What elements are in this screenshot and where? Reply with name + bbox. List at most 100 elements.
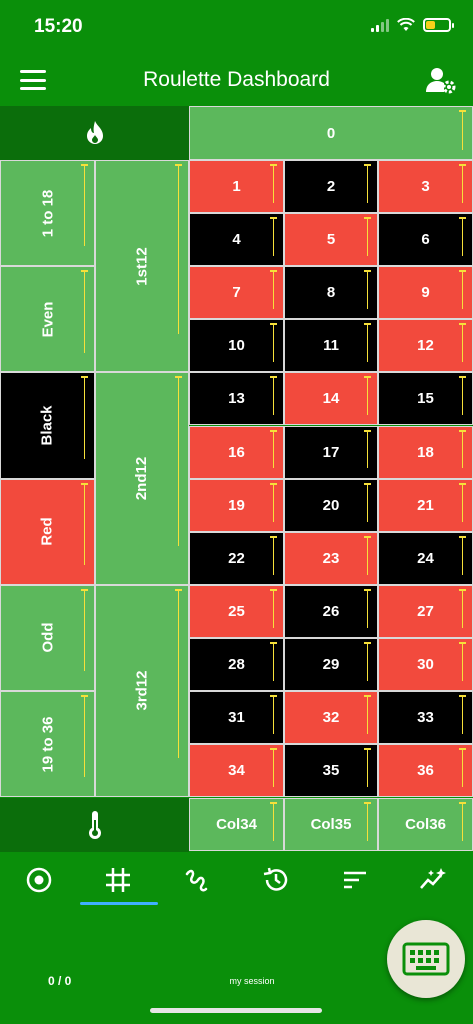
- bet-marker: [459, 641, 466, 681]
- number-cell[interactable]: 33: [378, 691, 473, 745]
- number-cell[interactable]: 23: [284, 531, 378, 585]
- number-cell[interactable]: 10: [189, 319, 284, 373]
- dozen-bet[interactable]: 3rd12: [95, 584, 189, 798]
- number-cell[interactable]: 21: [378, 478, 473, 532]
- roulette-board: 0 1 to 18 Even Black Red Odd 19 to 36 1st12 2nd…: [0, 106, 473, 852]
- nav-trend[interactable]: [407, 862, 461, 898]
- number-cell[interactable]: 3: [378, 160, 473, 214]
- bet-marker: [270, 748, 277, 787]
- bet-marker: [364, 164, 371, 203]
- bet-marker: [364, 588, 371, 628]
- number-cell[interactable]: 1: [189, 160, 284, 214]
- side-bet[interactable]: 1 to 18: [0, 160, 95, 267]
- number-cell[interactable]: 15: [378, 372, 473, 426]
- target-icon: [26, 867, 52, 893]
- number-cell[interactable]: 9: [378, 266, 473, 320]
- nav-sort[interactable]: [328, 862, 382, 898]
- number-cell[interactable]: 26: [284, 584, 378, 638]
- number-cell-label: 8: [326, 284, 336, 302]
- user-settings-icon[interactable]: [425, 66, 457, 96]
- wifi-icon: [397, 18, 415, 31]
- bet-marker: [364, 376, 371, 416]
- number-cell[interactable]: 11: [284, 319, 378, 373]
- number-cell[interactable]: 14: [284, 372, 378, 426]
- bet-marker: [364, 323, 371, 363]
- number-cell-label: 19: [228, 496, 245, 514]
- number-cell[interactable]: 18: [378, 425, 473, 479]
- side-bet[interactable]: Black: [0, 372, 95, 479]
- column-bet[interactable]: Col34: [189, 798, 284, 852]
- number-cell-label: 7: [232, 284, 241, 302]
- status-icons: [371, 18, 454, 32]
- number-cell[interactable]: 31: [189, 691, 284, 745]
- number-cell-label: 25: [228, 602, 245, 620]
- battery-icon: [423, 18, 454, 32]
- number-cell[interactable]: 6: [378, 213, 473, 267]
- number-cell-label: 31: [228, 709, 245, 727]
- number-cell[interactable]: 25: [189, 584, 284, 638]
- number-cell-label: 30: [417, 655, 434, 673]
- number-cell[interactable]: 36: [378, 744, 473, 798]
- number-cell[interactable]: 20: [284, 478, 378, 532]
- bet-marker: [270, 535, 277, 575]
- number-cell-label: 13: [228, 390, 245, 408]
- keyboard-button[interactable]: [387, 920, 465, 998]
- number-cell-label: 5: [326, 231, 336, 249]
- number-cell[interactable]: 8: [284, 266, 378, 320]
- bet-marker: [270, 429, 277, 469]
- column-bet[interactable]: Col35: [284, 798, 378, 852]
- number-cell-label: 24: [417, 549, 434, 567]
- number-cell[interactable]: 32: [284, 691, 378, 745]
- number-cell[interactable]: 22: [189, 531, 284, 585]
- history-icon: [263, 867, 288, 891]
- bet-marker: [175, 376, 182, 546]
- number-cell-label: 10: [228, 337, 245, 355]
- bet-marker: [459, 323, 466, 363]
- bet-marker: [81, 695, 88, 778]
- number-cell[interactable]: 34: [189, 744, 284, 798]
- number-cell[interactable]: 27: [378, 584, 473, 638]
- number-cell[interactable]: 30: [378, 637, 473, 691]
- cold-numbers-button[interactable]: [0, 798, 189, 852]
- nav-grid[interactable]: [91, 862, 145, 898]
- dozen-bet[interactable]: 1st12: [95, 160, 189, 373]
- flame-icon: [86, 121, 103, 144]
- number-cell[interactable]: 2: [284, 160, 378, 214]
- number-cell[interactable]: 4: [189, 213, 284, 267]
- number-zero-label: 0: [326, 124, 336, 142]
- nav-squiggle[interactable]: [169, 862, 223, 898]
- side-bet-label: Red: [39, 517, 56, 546]
- number-cell-label: 29: [322, 655, 340, 673]
- number-cell-label: 17: [322, 443, 340, 461]
- bet-marker: [81, 588, 88, 672]
- number-cell[interactable]: 13: [189, 372, 284, 426]
- number-cell[interactable]: 35: [284, 744, 378, 798]
- number-cell-label: 33: [417, 709, 434, 727]
- home-indicator: [150, 1008, 322, 1013]
- nav-history[interactable]: [249, 862, 303, 898]
- number-cell[interactable]: 12: [378, 319, 473, 373]
- side-bet[interactable]: 19 to 36: [0, 691, 95, 798]
- number-cell[interactable]: 16: [189, 425, 284, 479]
- side-bet[interactable]: Red: [0, 478, 95, 585]
- dozen-bet[interactable]: 2nd12: [95, 372, 189, 585]
- number-cell[interactable]: 29: [284, 637, 378, 691]
- number-cell[interactable]: 5: [284, 213, 378, 267]
- side-bet[interactable]: Odd: [0, 584, 95, 691]
- number-cell[interactable]: 19: [189, 478, 284, 532]
- number-cell[interactable]: 7: [189, 266, 284, 320]
- app-bar: Roulette Dashboard: [0, 56, 473, 106]
- number-cell[interactable]: 17: [284, 425, 378, 479]
- number-cell-label: 2: [326, 178, 336, 196]
- number-cell-label: 36: [417, 762, 434, 780]
- side-bet-label: Odd: [39, 622, 56, 653]
- number-zero[interactable]: 0: [189, 106, 473, 160]
- column-bet[interactable]: Col36: [378, 798, 473, 852]
- number-cell[interactable]: 28: [189, 637, 284, 691]
- side-bet-label: Even: [38, 301, 56, 338]
- number-cell[interactable]: 24: [378, 531, 473, 585]
- side-bet[interactable]: Even: [0, 266, 95, 373]
- hot-numbers-button[interactable]: [0, 106, 189, 160]
- number-cell-label: 6: [421, 231, 430, 249]
- nav-target[interactable]: [12, 862, 66, 898]
